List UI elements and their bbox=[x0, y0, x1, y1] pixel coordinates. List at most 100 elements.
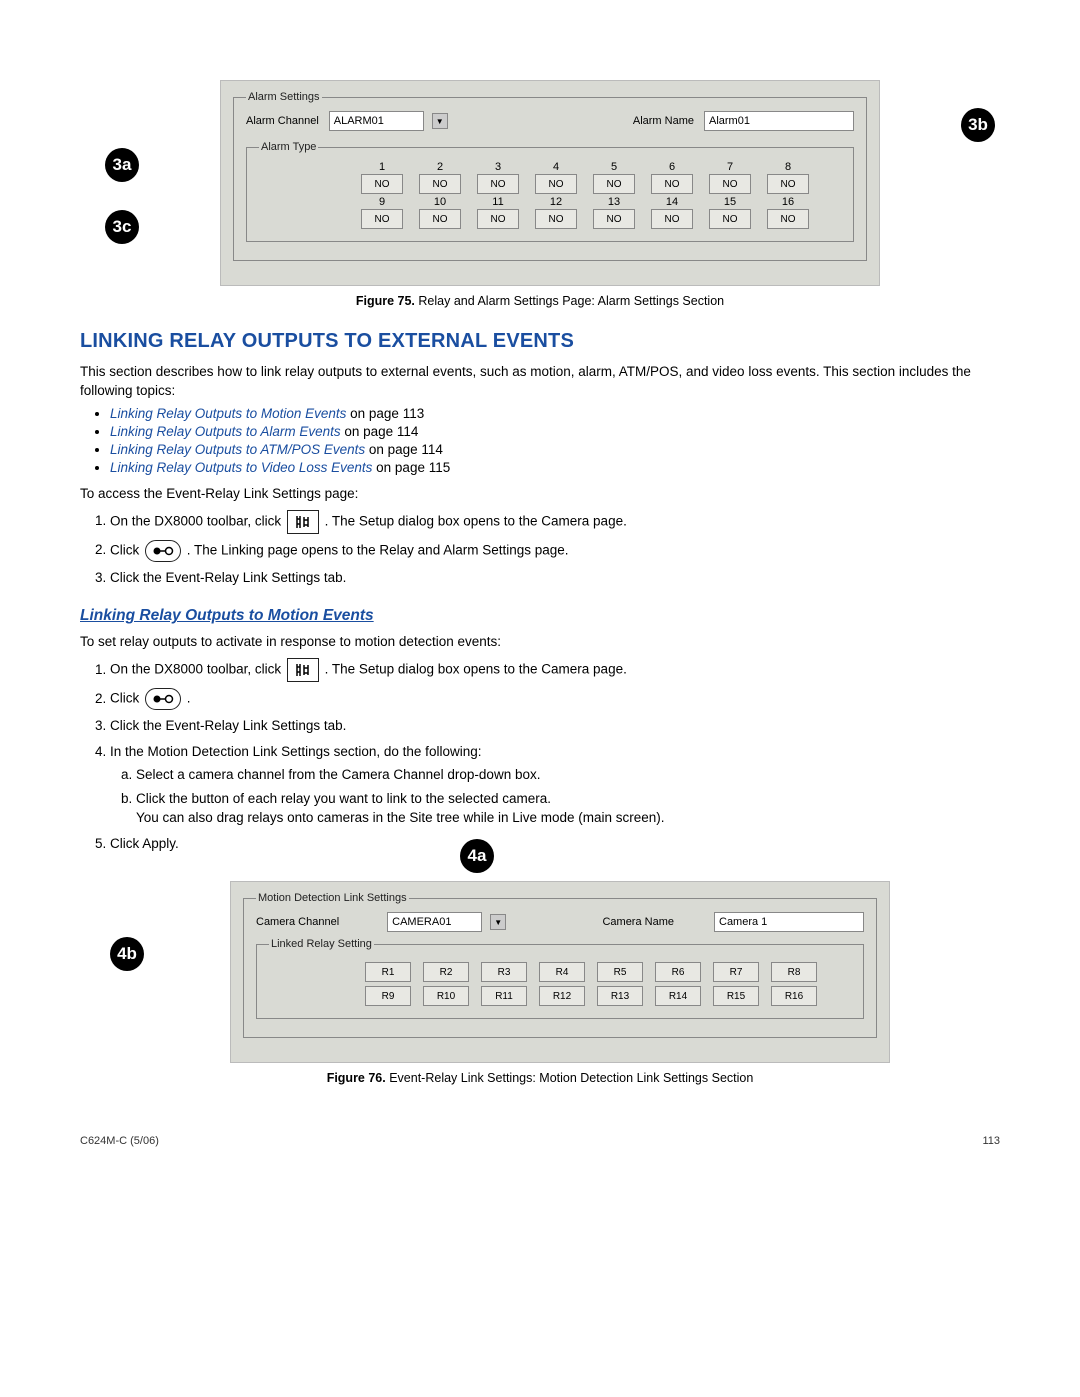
relay-btn[interactable]: R10 bbox=[423, 986, 469, 1006]
alarm-type-btn[interactable]: NO bbox=[709, 209, 751, 229]
alarm-type-btn[interactable]: NO bbox=[651, 174, 693, 194]
alarm-type-btn[interactable]: NO bbox=[651, 209, 693, 229]
step-text: On the DX8000 toolbar, click bbox=[110, 662, 285, 677]
xref-link[interactable]: Linking Relay Outputs to Video Loss Even… bbox=[110, 460, 372, 475]
camera-channel-select[interactable]: CAMERA01 bbox=[387, 912, 482, 932]
alarm-channel-select[interactable]: ALARM01 bbox=[329, 111, 424, 131]
alarm-channel-value: ALARM01 bbox=[334, 115, 384, 127]
alarm-col-num: 13 bbox=[586, 196, 642, 208]
relay-btn[interactable]: R16 bbox=[771, 986, 817, 1006]
figure-text: Relay and Alarm Settings Page: Alarm Set… bbox=[418, 294, 724, 308]
access-steps: On the DX8000 toolbar, click . The Setup… bbox=[110, 510, 1000, 588]
xref-page: on page 115 bbox=[372, 460, 450, 475]
footer-right: 113 bbox=[982, 1135, 1000, 1147]
alarm-col-num: 1 bbox=[354, 161, 410, 173]
step: Click . bbox=[110, 688, 1000, 710]
step-text: . bbox=[187, 691, 191, 706]
relay-btn[interactable]: R6 bbox=[655, 962, 701, 982]
alarm-type-btn[interactable]: NO bbox=[535, 209, 577, 229]
alarm-type-btn[interactable]: NO bbox=[593, 209, 635, 229]
relay-btn[interactable]: R9 bbox=[365, 986, 411, 1006]
xref-page: on page 114 bbox=[365, 442, 443, 457]
step-text: . The Setup dialog box opens to the Came… bbox=[325, 513, 627, 528]
list-item: Linking Relay Outputs to Alarm Events on… bbox=[110, 424, 1000, 439]
relay-btn[interactable]: R8 bbox=[771, 962, 817, 982]
relay-btn[interactable]: R12 bbox=[539, 986, 585, 1006]
alarm-type-btn[interactable]: NO bbox=[767, 209, 809, 229]
alarm-type-btn[interactable]: NO bbox=[477, 174, 519, 194]
alarm-col-num: 16 bbox=[760, 196, 816, 208]
alarm-type-btn[interactable]: NO bbox=[361, 174, 403, 194]
relay-btn[interactable]: R3 bbox=[481, 962, 527, 982]
relay-btn[interactable]: R4 bbox=[539, 962, 585, 982]
page-footer: C624M-C (5/06) 113 bbox=[80, 1135, 1000, 1147]
linked-relay-legend: Linked Relay Setting bbox=[269, 938, 374, 950]
relay-btn[interactable]: R7 bbox=[713, 962, 759, 982]
figure-label: Figure 75. bbox=[356, 294, 415, 308]
alarm-settings-group: Alarm Settings Alarm Channel ALARM01 ▼ A… bbox=[233, 91, 867, 261]
motion-link-legend: Motion Detection Link Settings bbox=[256, 892, 409, 904]
setup-icon bbox=[287, 510, 319, 534]
step-text: In the Motion Detection Link Settings se… bbox=[110, 744, 481, 759]
alarm-type-legend: Alarm Type bbox=[259, 141, 318, 153]
alarm-name-label: Alarm Name bbox=[633, 115, 694, 127]
alarm-type-btn[interactable]: NO bbox=[419, 209, 461, 229]
alarm-type-btn[interactable]: NO bbox=[361, 209, 403, 229]
alarm-type-btn[interactable]: NO bbox=[419, 174, 461, 194]
alarm-col-num: 2 bbox=[412, 161, 468, 173]
subsection-heading: Linking Relay Outputs to Motion Events bbox=[80, 607, 1000, 625]
relay-btn[interactable]: R11 bbox=[481, 986, 527, 1006]
xref-link[interactable]: Linking Relay Outputs to Motion Events bbox=[110, 406, 346, 421]
alarm-type-btn[interactable]: NO bbox=[767, 174, 809, 194]
motion-steps: On the DX8000 toolbar, click . The Setup… bbox=[110, 658, 1000, 853]
linking-icon bbox=[145, 540, 181, 562]
xref-link[interactable]: Linking Relay Outputs to Alarm Events bbox=[110, 424, 341, 439]
alarm-col-num: 9 bbox=[354, 196, 410, 208]
relay-btn[interactable]: R15 bbox=[713, 986, 759, 1006]
alarm-type-btn[interactable]: NO bbox=[709, 174, 751, 194]
list-item: Linking Relay Outputs to Motion Events o… bbox=[110, 406, 1000, 421]
callout-3a: 3a bbox=[105, 148, 139, 182]
relay-btn[interactable]: R5 bbox=[597, 962, 643, 982]
xref-link[interactable]: Linking Relay Outputs to ATM/POS Events bbox=[110, 442, 365, 457]
step-text: On the DX8000 toolbar, click bbox=[110, 513, 285, 528]
step-text: . The Setup dialog box opens to the Came… bbox=[325, 662, 627, 677]
alarm-col-num: 14 bbox=[644, 196, 700, 208]
substep: Click the button of each relay you want … bbox=[136, 789, 1000, 828]
access-intro: To access the Event-Relay Link Settings … bbox=[80, 485, 1000, 504]
alarm-col-num: 12 bbox=[528, 196, 584, 208]
alarm-col-num: 8 bbox=[760, 161, 816, 173]
setup-icon bbox=[287, 658, 319, 682]
camera-name-input[interactable]: Camera 1 bbox=[714, 912, 864, 932]
figure-label: Figure 76. bbox=[327, 1071, 386, 1085]
substep-text: You can also drag relays onto cameras in… bbox=[136, 810, 665, 825]
camera-channel-value: CAMERA01 bbox=[392, 916, 451, 928]
step: In the Motion Detection Link Settings se… bbox=[110, 742, 1000, 828]
step: Click the Event-Relay Link Settings tab. bbox=[110, 568, 1000, 588]
relay-btn[interactable]: R13 bbox=[597, 986, 643, 1006]
substep-text: Click the button of each relay you want … bbox=[136, 791, 551, 806]
step-text: . The Linking page opens to the Relay an… bbox=[187, 542, 569, 557]
alarm-type-btn[interactable]: NO bbox=[535, 174, 577, 194]
relay-btn[interactable]: R2 bbox=[423, 962, 469, 982]
alarm-channel-label: Alarm Channel bbox=[246, 115, 319, 127]
topic-list: Linking Relay Outputs to Motion Events o… bbox=[110, 406, 1000, 475]
camera-channel-label: Camera Channel bbox=[256, 916, 339, 928]
relay-btn[interactable]: R14 bbox=[655, 986, 701, 1006]
alarm-type-btn[interactable]: NO bbox=[593, 174, 635, 194]
alarm-name-input[interactable]: Alarm01 bbox=[704, 111, 854, 131]
relay-btn[interactable]: R1 bbox=[365, 962, 411, 982]
linking-icon bbox=[145, 688, 181, 710]
alarm-type-group: Alarm Type 1NO 2NO 3NO 4NO 5NO 6NO 7NO 8… bbox=[246, 141, 854, 242]
xref-page: on page 114 bbox=[341, 424, 419, 439]
xref-page: on page 113 bbox=[346, 406, 424, 421]
alarm-type-btn[interactable]: NO bbox=[477, 209, 519, 229]
step-text: Click bbox=[110, 691, 143, 706]
step: On the DX8000 toolbar, click . The Setup… bbox=[110, 658, 1000, 682]
alarm-col-num: 4 bbox=[528, 161, 584, 173]
step: Click Apply. bbox=[110, 834, 1000, 854]
dropdown-arrow-icon[interactable]: ▼ bbox=[490, 914, 506, 930]
camera-name-value: Camera 1 bbox=[719, 916, 767, 928]
dropdown-arrow-icon[interactable]: ▼ bbox=[432, 113, 448, 129]
alarm-col-num: 5 bbox=[586, 161, 642, 173]
